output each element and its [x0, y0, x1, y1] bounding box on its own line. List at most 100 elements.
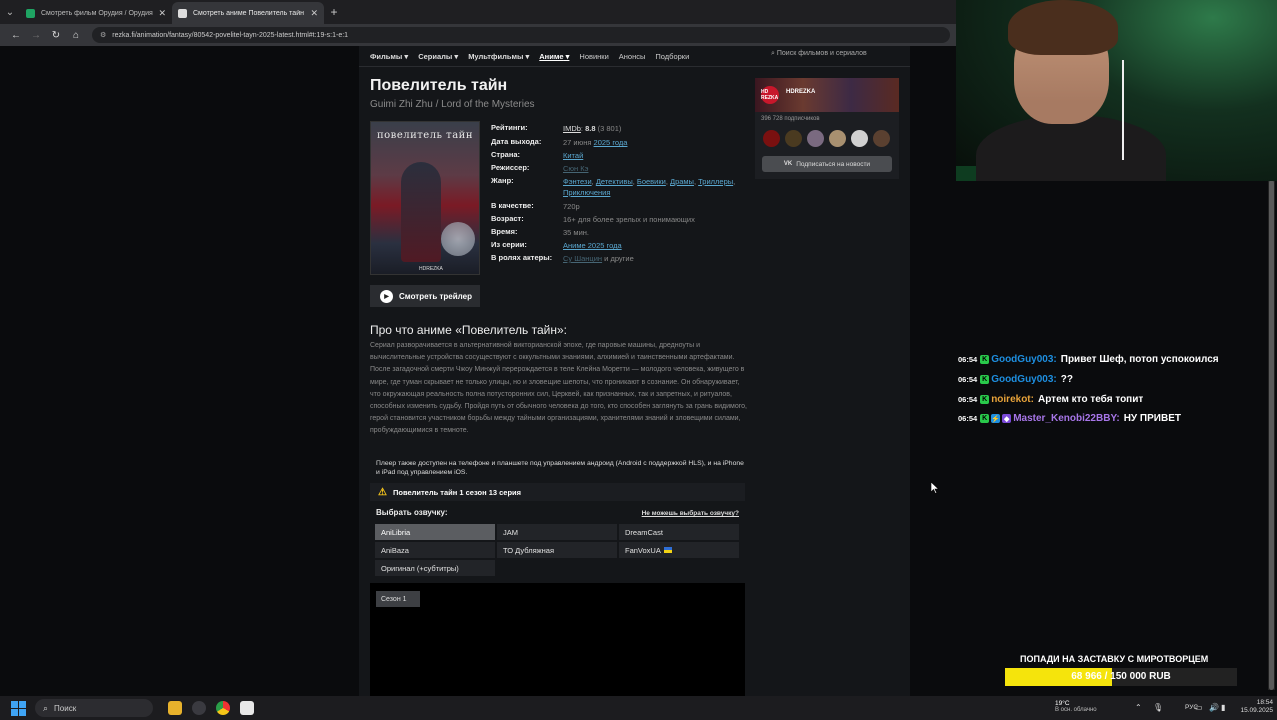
info-label: Дата выхода: [491, 137, 542, 146]
chat-time: 06:54 [958, 355, 978, 364]
voice-option[interactable]: JAM [497, 524, 617, 540]
scrollbar-thumb[interactable] [1269, 180, 1274, 690]
chat-text: Артем кто тебя топит [1037, 394, 1144, 405]
genre-link[interactable]: Приключения [563, 188, 610, 197]
taskbar-search-label: Поиск [54, 703, 77, 713]
tab-list-chevron-icon[interactable]: ⌄ [0, 0, 20, 24]
back-arrow-icon[interactable]: ← [6, 30, 26, 41]
nav-cartoons[interactable]: Мультфильмы ▾ [468, 52, 529, 61]
about-heading: Про что аниме «Повелитель тайн»: [370, 323, 567, 337]
chat-message: 06:54 K noirekot: Артем кто тебя топит [958, 394, 1268, 405]
country-link[interactable]: Китай [563, 151, 583, 160]
genre-link[interactable]: Детективы [596, 177, 633, 186]
main-content: Фильмы ▾ Сериалы ▾ Мультфильмы ▾ Аниме ▾… [359, 46, 910, 696]
kick-badge-icon: K [980, 414, 990, 423]
chat-message: 06:54 K ⚡ ◆ Master_Kenobi22BBY: НУ ПРИВЕ… [958, 413, 1268, 424]
episode-bar: ⚠ Повелитель тайн 1 сезон 13 серия [370, 483, 745, 501]
search-icon: ⌕ [43, 702, 49, 713]
obs-icon[interactable] [192, 701, 206, 715]
avatar[interactable] [763, 130, 780, 147]
avatar[interactable] [851, 130, 868, 147]
chat-time: 06:54 [958, 375, 978, 384]
watch-trailer-button[interactable]: ▶ Смотреть трейлер [370, 285, 480, 307]
cam-body [976, 115, 1166, 181]
voice-help-link[interactable]: Не можешь выбрать озвучку? [642, 510, 739, 517]
voice-option[interactable]: AniLibria [375, 524, 495, 540]
avatar[interactable] [829, 130, 846, 147]
avatar[interactable] [807, 130, 824, 147]
site-search[interactable]: ⌕ Поиск фильмов и сериалов [771, 50, 867, 58]
rezka-favicon-icon [178, 8, 187, 18]
site-info-icon[interactable]: ⚙ [100, 31, 106, 39]
poster-figure [401, 162, 441, 262]
voice-option-fanvoxua[interactable]: FanVoxUA [619, 542, 739, 558]
site-nav: Фильмы ▾ Сериалы ▾ Мультфильмы ▾ Аниме ▾… [359, 46, 910, 66]
nav-new[interactable]: Новинки [579, 52, 608, 61]
chat-user: GoodGuy003: [991, 374, 1057, 385]
imdb-score: 8.8 [585, 124, 596, 133]
avatar[interactable] [873, 130, 890, 147]
volume-icon[interactable]: 🔊 [1209, 703, 1219, 712]
chat-user: Master_Kenobi22BBY: [1013, 413, 1120, 424]
avatar[interactable] [785, 130, 802, 147]
file-explorer-icon[interactable] [168, 701, 182, 715]
vk-subscribe-button[interactable]: VK Подписаться на новости [762, 156, 892, 172]
chat-time: 06:54 [958, 414, 978, 423]
poster-logo: HDREZKA [419, 266, 443, 272]
actor-link[interactable]: Су Шанцин [563, 254, 602, 263]
vk-group-name[interactable]: HDREZKA [786, 89, 815, 95]
browser-tabbar: ⌄ Смотреть фильм Орудия / Орудия ✕ Смотр… [0, 0, 956, 24]
terminal-icon[interactable] [240, 701, 254, 715]
close-tab-icon[interactable]: ✕ [310, 8, 318, 19]
address-bar[interactable]: ⚙ rezka.fi/animation/fantasy/80542-povel… [92, 27, 950, 43]
donation-progress-bar: 68 966 / 150 000 RUB [1005, 668, 1237, 686]
season-selector[interactable]: Сезон 1 [376, 591, 420, 607]
page-title: Повелитель тайн [370, 77, 508, 94]
nav-films[interactable]: Фильмы ▾ [370, 52, 408, 61]
nav-anime[interactable]: Аниме ▾ [539, 52, 569, 61]
poster-image[interactable]: повелитель тайн HDREZKA [370, 121, 480, 275]
reload-icon[interactable]: ↻ [46, 30, 66, 41]
home-icon[interactable]: ⌂ [66, 30, 86, 41]
chat-time: 06:54 [958, 395, 978, 404]
weather-widget[interactable]: 19°C В осн. облачно [1055, 700, 1135, 713]
new-tab-plus-icon[interactable]: + [324, 5, 344, 19]
page-scrollbar[interactable] [1268, 180, 1275, 690]
microphone-icon[interactable]: 🎙 [1153, 703, 1163, 712]
taskbar-search[interactable]: ⌕ Поиск [35, 699, 153, 717]
voice-option[interactable]: DreamCast [619, 524, 739, 540]
genre-link[interactable]: Фэнтези [563, 177, 592, 186]
voice-option[interactable]: ТО Дубляжная [497, 542, 617, 558]
tab-2[interactable]: Смотреть аниме Повелитель тайн ✕ [172, 2, 324, 24]
network-icon[interactable]: ▭ [1195, 703, 1203, 712]
voice-option[interactable]: Оригинал (+субтитры) [375, 560, 495, 576]
info-label: В ролях актеры: [491, 253, 553, 262]
time-value: 35 мин. [563, 228, 589, 237]
close-tab-icon[interactable]: ✕ [158, 8, 166, 19]
tab-1[interactable]: Смотреть фильм Орудия / Орудия ✕ [20, 2, 172, 24]
chevron-up-icon[interactable]: ⌃ [1135, 703, 1142, 712]
age-value: 16+ [563, 215, 576, 224]
chat-message: 06:54 K GoodGuy003: Привет Шеф, потоп ус… [958, 354, 1268, 365]
nav-announces[interactable]: Анонсы [619, 52, 646, 61]
sheets-favicon-icon [26, 8, 35, 18]
genre-link[interactable]: Боевики [637, 177, 666, 186]
series-link[interactable]: Аниме 2025 года [563, 241, 622, 250]
video-player[interactable]: Сезон 1 [370, 583, 745, 696]
forward-arrow-icon[interactable]: → [26, 30, 46, 41]
nav-series[interactable]: Сериалы ▾ [418, 52, 458, 61]
subscriber-badge-icon: ◆ [1002, 414, 1012, 423]
chrome-icon[interactable] [216, 701, 230, 715]
voice-list: AniLibria JAM DreamCast AniBaza ТО Дубля… [375, 524, 741, 576]
imdb-link[interactable]: IMDb [563, 124, 581, 133]
voice-option[interactable]: AniBaza [375, 542, 495, 558]
director-link[interactable]: Сюн Кэ [563, 164, 588, 173]
genre-link[interactable]: Драмы [670, 177, 694, 186]
battery-icon[interactable]: ▮ [1221, 703, 1225, 712]
clock[interactable]: 18:54 15.09.2025 [1233, 699, 1273, 715]
nav-collections[interactable]: Подборки [655, 52, 689, 61]
windows-start-icon[interactable] [9, 699, 27, 717]
release-year-link[interactable]: 2025 года [594, 138, 628, 147]
divider [359, 66, 910, 67]
genre-link[interactable]: Триллеры [698, 177, 733, 186]
